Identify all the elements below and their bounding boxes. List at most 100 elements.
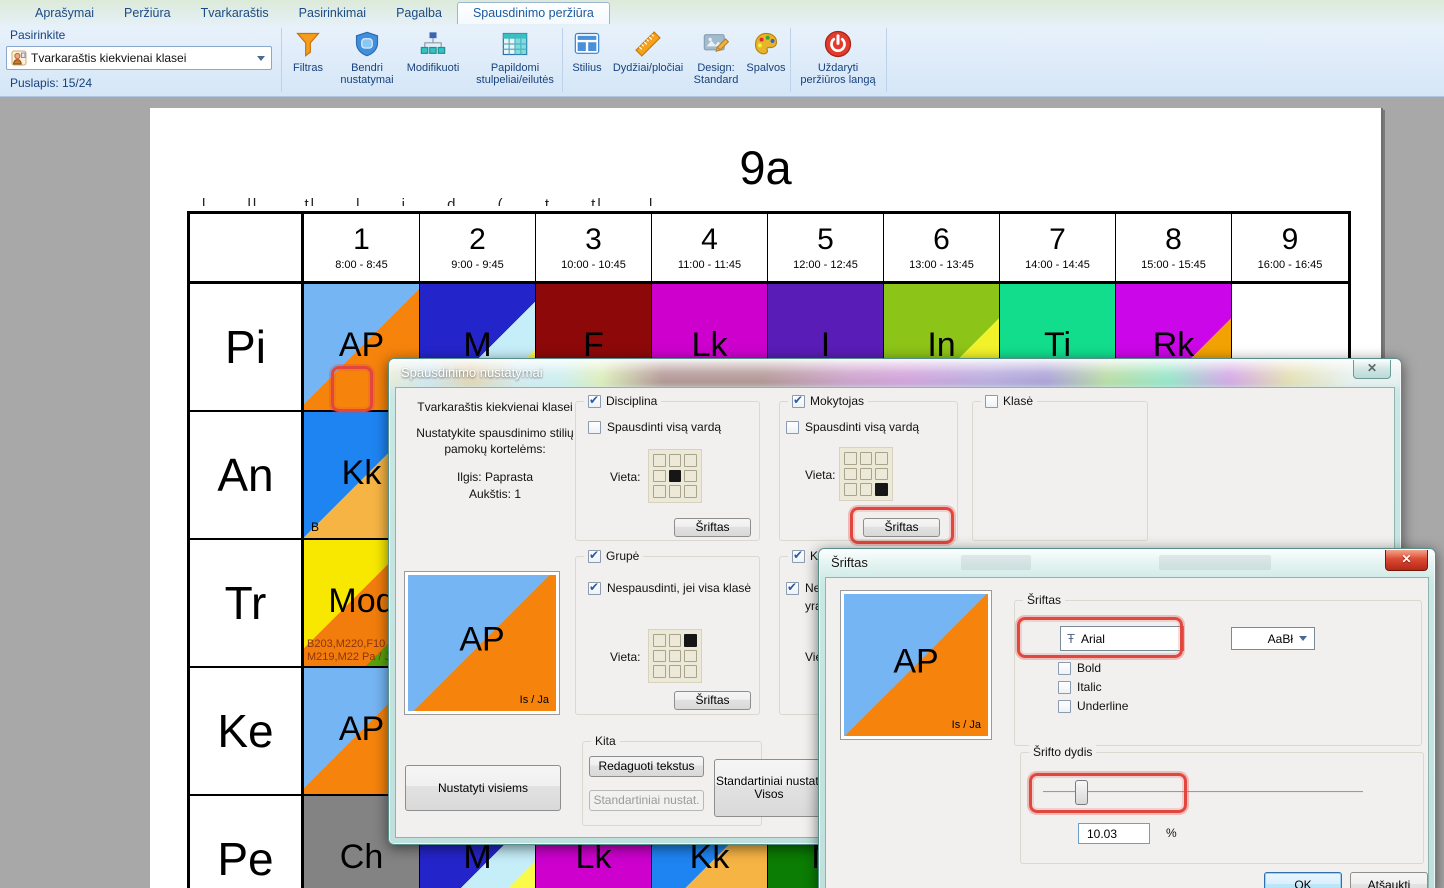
position-cell[interactable] [669,634,682,647]
dialog-title: Spausdinimo nustatymai [401,365,543,380]
set-all-button[interactable]: Nustatyti visiems [405,765,561,811]
position-grid[interactable] [648,629,702,683]
tab-apra-ymai[interactable]: Aprašymai [20,3,109,24]
position-cell[interactable] [684,665,697,678]
font-preview-subject: AP [844,642,988,681]
position-label: Vieta: [610,470,640,484]
position-cell[interactable] [669,485,682,498]
position-cell[interactable] [875,452,888,465]
schedule-type-combobox[interactable]: Tvarkaraštis kiekvienai klasei [6,46,272,70]
position-cell[interactable] [875,483,888,496]
combobox-value: Tvarkaraštis kiekvienai klasei [31,51,257,65]
card-preview-group: Is / Ja [520,694,549,706]
position-cell[interactable] [684,650,697,663]
teacher-fullname-checkbox[interactable] [786,421,799,434]
defaults-button[interactable]: Standartiniai nustat. [589,790,704,811]
person-schedule-icon [11,50,27,66]
print-settings-titlebar[interactable]: Spausdinimo nustatymai [389,359,1401,387]
position-cell[interactable] [669,470,682,483]
row-label: Tr [190,540,304,668]
group-teacher: Mokytojas Spausdinti visą vardą Vieta: Š… [779,401,958,541]
design-button[interactable]: Design: Standard [690,26,742,95]
position-cell[interactable] [860,483,873,496]
position-cell[interactable] [653,470,666,483]
funnel-icon [294,28,322,60]
select-panel: Pasirinkite Tvarkaraštis kiekvienai klas… [0,24,281,97]
position-cell[interactable] [653,454,666,467]
titlebar-glass [819,549,1435,577]
position-cell[interactable] [684,634,697,647]
position-cell[interactable] [653,634,666,647]
group-class: Klasė [972,401,1148,541]
close-icon[interactable]: ✕ [1353,360,1391,379]
colors-button[interactable]: Spalvos [744,26,788,95]
tab-per-i-ra[interactable]: Peržiūra [109,3,186,24]
subject-checkbox[interactable] [588,395,601,408]
position-cell[interactable] [653,650,666,663]
modify-button[interactable]: Modifikuoti [400,26,466,95]
column-header: 310:00 - 10:45 [536,214,652,284]
position-cell[interactable] [684,485,697,498]
tab-spausdinimo-per-i-ra[interactable]: Spausdinimo peržiūra [457,2,610,24]
close-icon[interactable]: ✕ [1385,550,1428,571]
position-cell[interactable] [875,468,888,481]
filter-button[interactable]: Filtras [286,26,330,95]
palette-icon [752,28,780,60]
font-dialog-titlebar[interactable]: Šriftas [819,549,1435,577]
group-checkbox[interactable] [588,550,601,563]
room-skip-checkbox[interactable] [786,582,799,595]
position-cell[interactable] [653,485,666,498]
annotation-font-field [1017,617,1183,658]
column-header: 916:00 - 16:45 [1232,214,1348,284]
font-size-input[interactable]: 10.03 [1078,823,1150,844]
ok-button[interactable]: OK [1264,872,1342,888]
bold-checkbox[interactable] [1058,662,1071,675]
defaults-all-button[interactable]: Standartiniai nustat. Visos [714,759,824,817]
class-label: Klasė [1003,394,1033,408]
room-checkbox[interactable] [792,550,805,563]
subject-font-button[interactable]: Šriftas [674,518,751,537]
close-preview-button[interactable]: Uždaryti peržiūros langą [794,26,882,95]
ribbon-separator [790,28,791,92]
position-grid[interactable] [839,447,893,501]
position-cell[interactable] [669,650,682,663]
tab-pagalba[interactable]: Pagalba [381,3,457,24]
italic-checkbox[interactable] [1058,681,1071,694]
tab-pasirinkimai[interactable]: Pasirinkimai [284,3,381,24]
cancel-button[interactable]: Atšaukti [1350,872,1428,888]
position-grid[interactable] [648,449,702,503]
extra-columns-button[interactable]: Papildomi stulpeliai/eilutės [472,26,558,95]
column-header: 512:00 - 12:45 [768,214,884,284]
position-cell[interactable] [669,665,682,678]
tab-tvarkara-tis[interactable]: Tvarkaraštis [186,3,284,24]
position-cell[interactable] [669,454,682,467]
subject-fullname-checkbox[interactable] [588,421,601,434]
group-font-size: Šrifto dydis 10.03 % [1020,752,1424,864]
group-skip-checkbox[interactable] [588,582,601,595]
general-settings-button[interactable]: Bendri nustatymai [336,26,398,95]
position-cell[interactable] [844,452,857,465]
position-cell[interactable] [684,454,697,467]
position-cell[interactable] [653,665,666,678]
class-checkbox[interactable] [985,395,998,408]
row-label: Pi [190,284,304,412]
position-cell[interactable] [844,468,857,481]
app-window: AprašymaiPeržiūraTvarkaraštisPasirinkima… [0,0,1444,888]
underline-checkbox[interactable] [1058,700,1071,713]
position-cell[interactable] [684,470,697,483]
font-sample-dropdown[interactable]: AaBł [1231,627,1315,650]
position-cell[interactable] [844,483,857,496]
group-font-button[interactable]: Šriftas [674,691,751,710]
shield-icon [353,28,381,60]
position-cell[interactable] [860,468,873,481]
font-dialog: Šriftas ✕ AP Is / Ja Šriftas Ŧ Arial Aa [818,548,1436,888]
position-cell[interactable] [860,452,873,465]
teacher-checkbox[interactable] [792,395,805,408]
font-preview-group: Is / Ja [952,719,981,731]
edit-texts-button[interactable]: Redaguoti tekstus [589,756,704,777]
group-font: Šriftas Ŧ Arial AaBł Bold Italic Underli… [1014,600,1422,746]
sizes-widths-button[interactable]: Dydžiai/pločiai [610,26,686,95]
chevron-down-icon [1299,636,1307,641]
ribbon-separator [886,28,887,92]
style-button[interactable]: Stilius [566,26,608,95]
